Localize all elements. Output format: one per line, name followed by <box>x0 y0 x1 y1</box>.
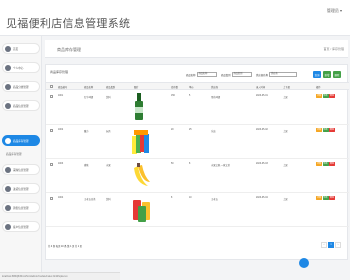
sidebar: 首页 个人中心 商品分类管理 商品信息管理 商品库存管理 商品库存管理 采购信息… <box>0 36 42 272</box>
detail-button[interactable]: 详情 <box>316 128 323 132</box>
pagination-info: 共 4 条 每页 10 条 第 1 页 共 1 页 <box>48 246 83 248</box>
pagination: 共 4 条 每页 10 条 第 1 页 共 1 页 ‹ 1 › <box>46 240 349 250</box>
home-icon <box>5 45 11 52</box>
delete-row-button[interactable]: 删除 <box>329 128 336 132</box>
row-actions: 详情 修改 删除 <box>316 128 336 132</box>
table-row: 1003 香蕉 水果 50 8 水果之家,一家之美 2023-05-03 上架 … <box>46 160 349 193</box>
select-all-checkbox[interactable] <box>50 85 53 88</box>
delete-row-button[interactable]: 删除 <box>329 94 336 98</box>
add-button[interactable]: 新增 <box>323 71 331 78</box>
row-checkbox[interactable] <box>50 163 53 166</box>
inbound-icon <box>5 185 11 192</box>
table-row: 1002 魔方 玩具 20 25 乐高 2023-05-02 上架 详情 修改 … <box>46 126 349 159</box>
row-actions: 详情 修改 删除 <box>316 94 336 98</box>
sidebar-item-stock[interactable]: 商品库存管理 <box>2 135 40 146</box>
prev-page-button[interactable]: ‹ <box>321 242 327 248</box>
customer-icon <box>5 223 11 230</box>
user-icon <box>5 64 11 71</box>
row-checkbox[interactable] <box>50 129 53 132</box>
sidebar-item-sales[interactable]: 销售信息管理 <box>2 202 40 213</box>
detail-button[interactable]: 详情 <box>316 94 323 98</box>
stock-icon <box>5 137 11 144</box>
page-1-button[interactable]: 1 <box>328 242 334 248</box>
goods-icon <box>5 102 11 109</box>
next-page-button[interactable]: › <box>335 242 341 248</box>
product-image-banana <box>132 162 152 190</box>
row-checkbox[interactable] <box>50 95 53 98</box>
content-subtitle: 商品库存管理 <box>50 70 69 74</box>
breadcrumb: 首页 / 库存管理 <box>323 47 344 51</box>
sidebar-item-goods[interactable]: 商品信息管理 <box>2 100 40 111</box>
content-card: 商品库存管理 商品名称 商品名称 商品类别 商品类别 供应商名称 供应商 查询 … <box>45 64 349 260</box>
row-actions: 详情 修改 删除 <box>316 162 336 166</box>
delete-row-button[interactable]: 删除 <box>329 162 336 166</box>
detail-button[interactable]: 详情 <box>316 162 323 166</box>
delete-row-button[interactable]: 删除 <box>329 196 336 200</box>
panel-title: 商品库存管理 <box>57 47 81 52</box>
supplier-input[interactable]: 供应商 <box>268 72 297 77</box>
sidebar-item-home[interactable]: 首页 <box>2 43 40 54</box>
sales-icon <box>5 204 11 211</box>
row-actions: 详情 修改 删除 <box>316 196 336 200</box>
name-input[interactable]: 商品名称 <box>196 72 217 77</box>
sidebar-item-purchase[interactable]: 采购信息管理 <box>2 164 40 175</box>
table-row: 1004 王老吉凉茶 饮料 8 10 王老吉 2023-05-04 上架 详情 … <box>46 194 349 227</box>
edit-button[interactable]: 修改 <box>322 162 329 166</box>
edit-button[interactable]: 修改 <box>322 196 329 200</box>
search-button[interactable]: 查询 <box>313 71 321 78</box>
row-checkbox[interactable] <box>50 197 53 200</box>
sidebar-item-inbound[interactable]: 进货信息管理 <box>2 183 40 194</box>
product-image-beer <box>129 93 149 121</box>
sidebar-item-category[interactable]: 商品分类管理 <box>2 81 40 92</box>
floating-action-button[interactable] <box>299 258 309 268</box>
filter-name: 商品名称 商品名称 <box>186 72 217 77</box>
sidebar-item-customer[interactable]: 客户信息管理 <box>2 221 40 232</box>
category-icon <box>5 83 11 90</box>
detail-button[interactable]: 详情 <box>316 196 323 200</box>
purchase-icon <box>5 166 11 173</box>
top-bar: 见福便利店信息管理系统 管理员 ▾ <box>0 0 350 36</box>
user-menu[interactable]: 管理员 ▾ <box>327 8 342 14</box>
app-title: 见福便利店信息管理系统 <box>6 18 131 30</box>
edit-button[interactable]: 修改 <box>322 94 329 98</box>
product-image-herbal-tea <box>132 196 152 224</box>
status-url: localhost:8080/jfbl/front/front/admin/mo… <box>0 272 120 280</box>
panel-header: 商品库存管理 首页 / 库存管理 <box>45 40 348 58</box>
table-header: 商品编号 商品名称 商品类别 图片 库存数 单价 供应商 录入时间 上下架 操作 <box>46 82 349 90</box>
product-image-cubes <box>132 128 152 156</box>
sidebar-item-profile[interactable]: 个人中心 <box>2 62 40 73</box>
delete-button[interactable]: 删除 <box>333 71 341 78</box>
sidebar-subitem-stock[interactable]: 商品库存管理 <box>6 152 22 156</box>
filter-category: 商品类别 商品类别 <box>221 72 252 77</box>
edit-button[interactable]: 修改 <box>322 128 329 132</box>
filter-supplier: 供应商名称 供应商 <box>256 72 297 77</box>
table-row: 1001 红牛啤酒 饮料 156 5 雪花啤酒 2023-05-01 上架 详情… <box>46 92 349 125</box>
category-input[interactable]: 商品类别 <box>231 72 252 77</box>
